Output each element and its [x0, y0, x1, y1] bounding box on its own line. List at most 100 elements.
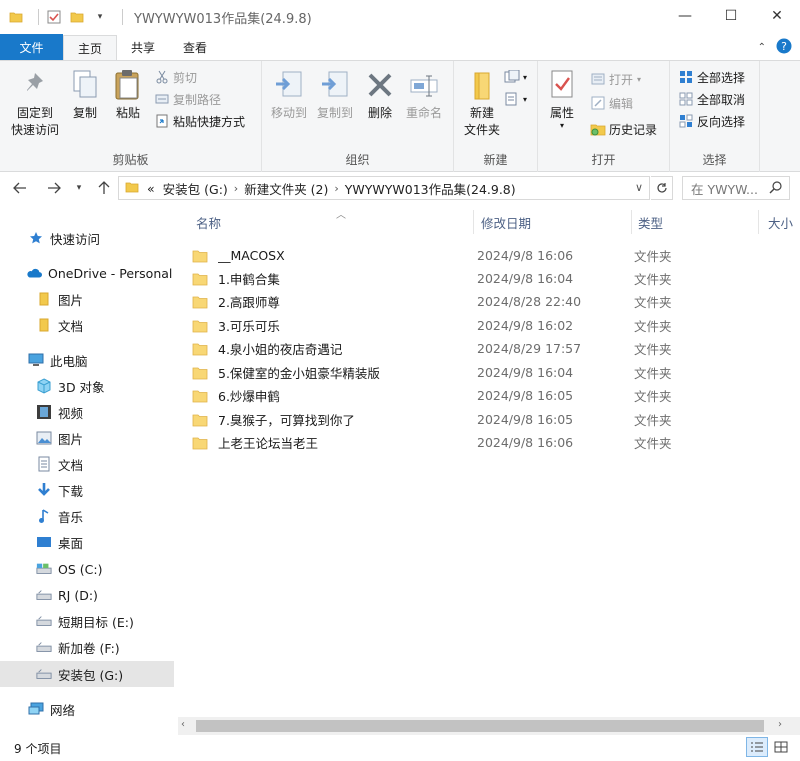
chevron-right-icon[interactable]: ›	[334, 182, 338, 195]
copy-button[interactable]: 复制	[66, 67, 104, 122]
scrollbar-thumb[interactable]	[196, 720, 764, 732]
move-to-button[interactable]: 移动到	[266, 67, 312, 122]
maximize-button[interactable]: ☐	[708, 0, 754, 32]
file-row[interactable]: 1.申鹤合集 2024/9/8 16:04 文件夹	[192, 267, 692, 290]
file-row[interactable]: __MACOSX 2024/9/8 16:06 文件夹	[192, 244, 692, 267]
copy-to-button[interactable]: 复制到	[312, 67, 358, 122]
column-header-date[interactable]: 修改日期	[471, 208, 631, 236]
nav-videos[interactable]: 视频	[0, 399, 174, 425]
tab-home[interactable]: 主页	[63, 35, 117, 60]
nav-label: 图片	[58, 292, 84, 308]
recent-locations-button[interactable]: ▾	[72, 179, 86, 197]
help-icon[interactable]: ?	[776, 38, 792, 57]
rename-button[interactable]: 重命名	[402, 67, 446, 122]
star-icon	[28, 230, 44, 246]
scroll-left-icon[interactable]: ‹	[181, 719, 185, 730]
file-row[interactable]: 5.保健室的金小姐豪华精装版 2024/9/8 16:04 文件夹	[192, 361, 692, 384]
properties-check-icon[interactable]	[46, 9, 62, 25]
file-name: __MACOSX	[218, 248, 285, 263]
nav-label: 文档	[58, 318, 84, 334]
new-folder-button[interactable]: 新建 文件夹	[458, 67, 506, 139]
history-button[interactable]: 历史记录	[590, 119, 657, 139]
easy-access-icon	[504, 91, 520, 107]
nav-onedrive[interactable]: OneDrive - Personal	[0, 260, 174, 286]
breadcrumb-current[interactable]: YWYWYW013作品集(24.9.8)	[345, 179, 516, 198]
new-item-button[interactable]: ▾	[504, 67, 527, 87]
film-icon	[36, 404, 52, 420]
tab-view[interactable]: 查看	[169, 34, 221, 60]
copy-path-button[interactable]: 复制路径	[154, 89, 221, 109]
search-input[interactable]: 在 YWYW...	[682, 176, 790, 200]
back-button[interactable]	[10, 179, 30, 197]
invert-selection-button[interactable]: 反向选择	[678, 111, 745, 131]
properties-button[interactable]: 属性 ▾	[542, 67, 582, 130]
nav-3d-objects[interactable]: 3D 对象	[0, 373, 174, 399]
paste-button[interactable]: 粘贴	[108, 67, 148, 122]
breadcrumb-drive[interactable]: 安装包 (G:)	[163, 179, 228, 198]
column-name-label: 名称	[196, 215, 222, 231]
file-type: 文件夹	[634, 295, 672, 310]
cube-icon	[36, 378, 52, 394]
new-folder-icon[interactable]	[69, 9, 85, 25]
details-view-button[interactable]	[746, 737, 768, 757]
column-header-name[interactable]: ︿ 名称	[186, 208, 472, 236]
nav-drive-d[interactable]: RJ (D:)	[0, 582, 174, 608]
cut-button[interactable]: 剪切	[154, 67, 197, 87]
chevron-right-icon[interactable]: ›	[234, 182, 238, 195]
paste-shortcut-button[interactable]: 粘贴快捷方式	[154, 111, 245, 131]
nav-downloads[interactable]: 下载	[0, 477, 174, 503]
qat-dropdown-icon[interactable]: ▾	[92, 9, 108, 25]
column-header-type[interactable]: 类型	[628, 208, 758, 236]
quick-access-toolbar: ▾ YWYWYW013作品集(24.9.8)	[0, 0, 312, 34]
select-all-button[interactable]: 全部选择	[678, 67, 745, 87]
nav-drive-e[interactable]: 短期目标 (E:)	[0, 608, 174, 634]
nav-quick-access[interactable]: 快速访问	[0, 225, 174, 251]
nav-desktop[interactable]: 桌面	[0, 529, 174, 555]
refresh-button[interactable]	[651, 176, 673, 200]
nav-label: 快速访问	[50, 231, 101, 247]
large-icons-view-button[interactable]	[770, 737, 792, 757]
select-none-button[interactable]: 全部取消	[678, 89, 745, 109]
file-row[interactable]: 4.泉小姐的夜店奇遇记 2024/8/29 17:57 文件夹	[192, 337, 692, 360]
nav-this-pc[interactable]: 此电脑	[0, 347, 174, 373]
tab-share[interactable]: 共享	[117, 34, 169, 60]
nav-drive-f[interactable]: 新加卷 (F:)	[0, 634, 174, 660]
file-row[interactable]: 7.臭猴子，可算找到你了 2024/9/8 16:05 文件夹	[192, 408, 692, 431]
minimize-button[interactable]: —	[662, 0, 708, 32]
edit-button[interactable]: 编辑	[590, 93, 633, 113]
forward-button[interactable]	[44, 179, 64, 197]
horizontal-scrollbar[interactable]: ‹ ›	[178, 717, 800, 735]
nav-documents[interactable]: 文档	[0, 451, 174, 477]
expand-ribbon-icon[interactable]: ⌃	[758, 42, 766, 53]
delete-button[interactable]: 删除	[362, 67, 398, 122]
file-row[interactable]: 3.可乐可乐 2024/9/8 16:02 文件夹	[192, 314, 692, 337]
select-group: 全部选择 全部取消 反向选择 选择	[670, 61, 760, 172]
nav-onedrive-documents[interactable]: 文档	[0, 312, 174, 338]
nav-network[interactable]: 网络	[0, 696, 174, 722]
file-row[interactable]: 上老王论坛当老王 2024/9/8 16:06 文件夹	[192, 431, 692, 454]
easy-access-button[interactable]: ▾	[504, 89, 527, 109]
nav-label: 3D 对象	[58, 379, 105, 395]
nav-music[interactable]: 音乐	[0, 503, 174, 529]
scroll-right-icon[interactable]: ›	[778, 719, 782, 730]
nav-drive-g[interactable]: 安装包 (G:)	[0, 661, 174, 687]
tab-file[interactable]: 文件	[0, 34, 63, 60]
nav-drive-c[interactable]: OS (C:)	[0, 556, 174, 582]
file-row[interactable]: 6.炒爆申鹤 2024/9/8 16:05 文件夹	[192, 384, 692, 407]
open-button[interactable]: 打开 ▾	[590, 69, 641, 89]
rename-icon	[407, 67, 441, 103]
file-type: 文件夹	[634, 249, 672, 264]
breadcrumb-parent[interactable]: 新建文件夹 (2)	[244, 179, 328, 198]
address-dropdown-icon[interactable]: ∨	[635, 181, 643, 194]
breadcrumb-overflow[interactable]: «	[147, 181, 155, 196]
drive-icon	[36, 639, 52, 655]
nav-onedrive-pictures[interactable]: 图片	[0, 286, 174, 312]
pin-quick-access-button[interactable]: 固定到 快速访问	[6, 67, 64, 139]
column-header-size[interactable]: 大小	[758, 208, 800, 236]
address-bar[interactable]: « 安装包 (G:) › 新建文件夹 (2) › YWYWYW013作品集(24…	[118, 176, 650, 200]
close-button[interactable]: ✕	[754, 0, 800, 32]
nav-pictures[interactable]: 图片	[0, 425, 174, 451]
up-button[interactable]	[94, 179, 114, 197]
folder-icon	[192, 414, 208, 426]
file-row[interactable]: 2.高跟师尊 2024/8/28 22:40 文件夹	[192, 290, 692, 313]
